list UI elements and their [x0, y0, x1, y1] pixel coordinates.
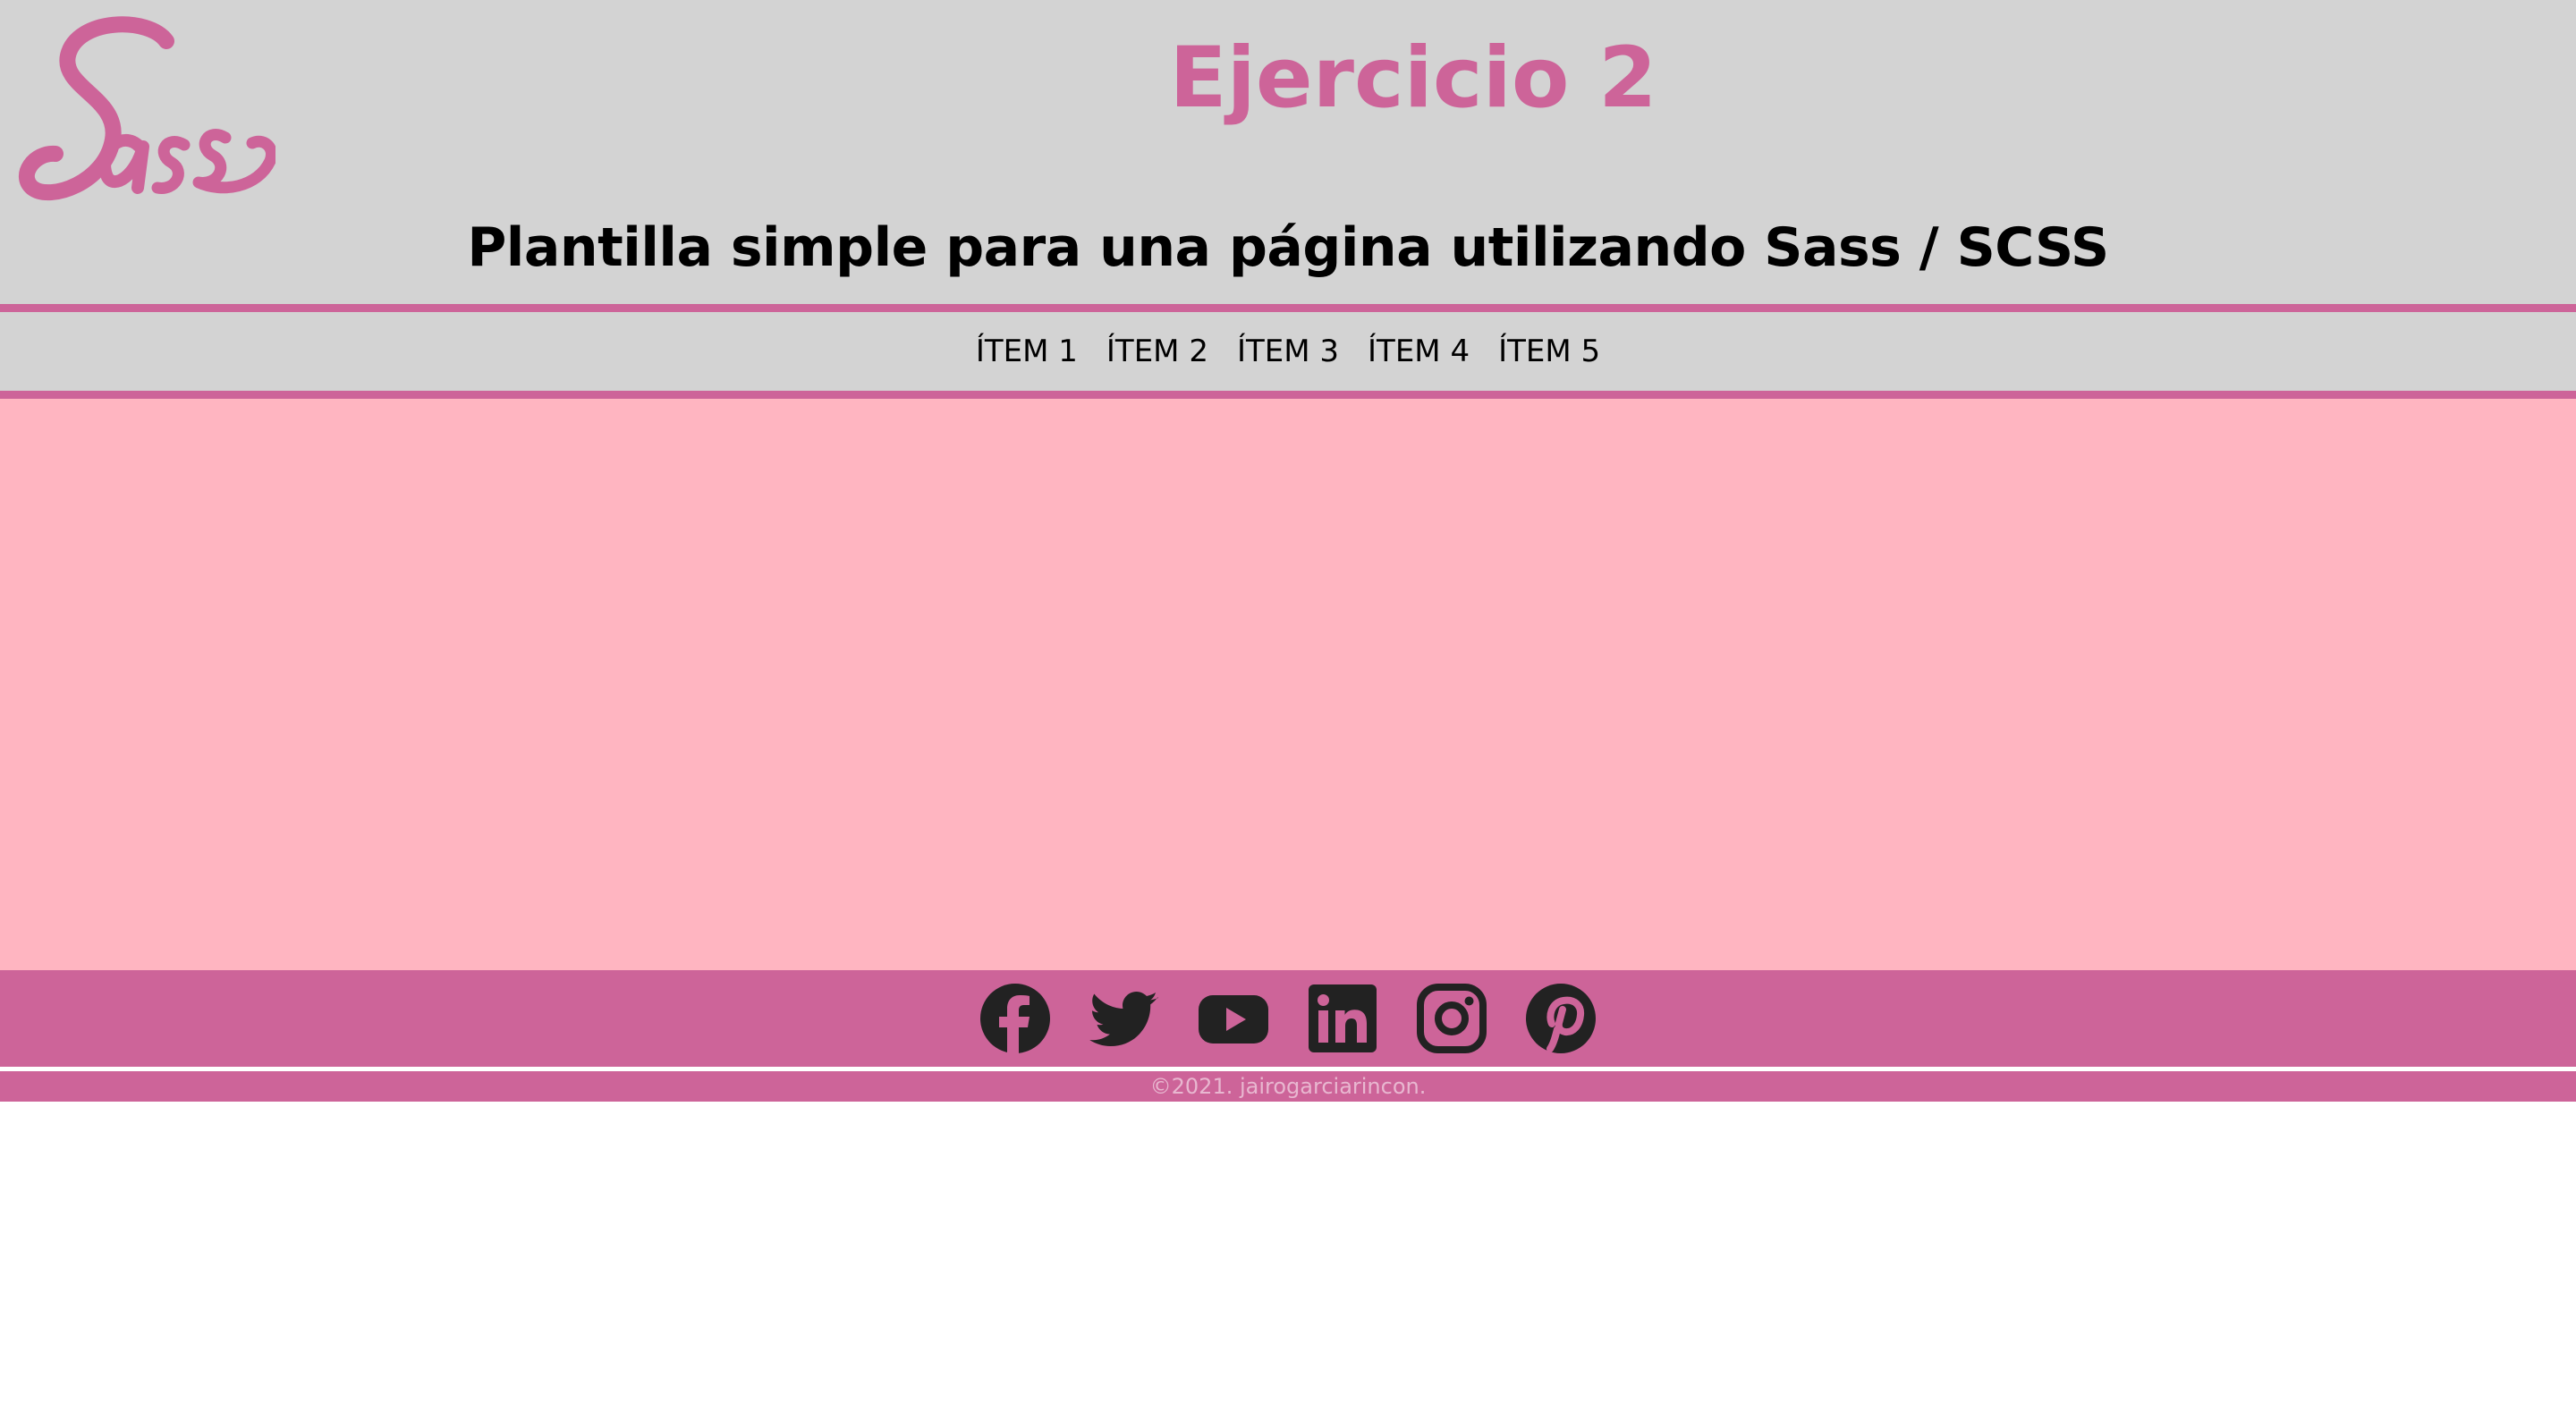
instagram-icon: [1417, 984, 1487, 1053]
linkedin-icon: [1309, 984, 1377, 1052]
main-content: [0, 399, 2576, 970]
page-header: Ejercicio 2 Plantilla simple para una pá…: [0, 0, 2576, 304]
pinterest-link[interactable]: [1521, 979, 1600, 1058]
facebook-icon: [980, 984, 1050, 1054]
nav-item-5[interactable]: ÍTEM 5: [1498, 334, 1600, 369]
linkedin-link[interactable]: [1303, 979, 1382, 1058]
main-nav: ÍTEM 1 ÍTEM 2 ÍTEM 3 ÍTEM 4 ÍTEM 5: [0, 312, 2576, 391]
nav-item-2[interactable]: ÍTEM 2: [1106, 334, 1208, 369]
nav-bottom-border: [0, 391, 2576, 399]
youtube-icon: [1199, 995, 1268, 1043]
copyright-text: ©2021. jairogarciarincon.: [1149, 1074, 1427, 1099]
pinterest-icon: [1526, 984, 1596, 1053]
nav-item-3[interactable]: ÍTEM 3: [1237, 334, 1339, 369]
social-bar: [0, 970, 2576, 1067]
nav-item-1[interactable]: ÍTEM 1: [976, 334, 1078, 369]
facebook-link[interactable]: [976, 979, 1055, 1058]
twitter-link[interactable]: [1085, 979, 1164, 1058]
page-title: Ejercicio 2: [1169, 30, 1657, 127]
instagram-link[interactable]: [1412, 979, 1491, 1058]
youtube-link[interactable]: [1194, 979, 1273, 1058]
page-subtitle: Plantilla simple para una página utiliza…: [467, 216, 2109, 279]
nav-item-4[interactable]: ÍTEM 4: [1368, 334, 1470, 369]
page-footer: ©2021. jairogarciarincon.: [0, 1071, 2576, 1102]
nav-top-border: [0, 304, 2576, 312]
twitter-icon: [1089, 992, 1158, 1046]
